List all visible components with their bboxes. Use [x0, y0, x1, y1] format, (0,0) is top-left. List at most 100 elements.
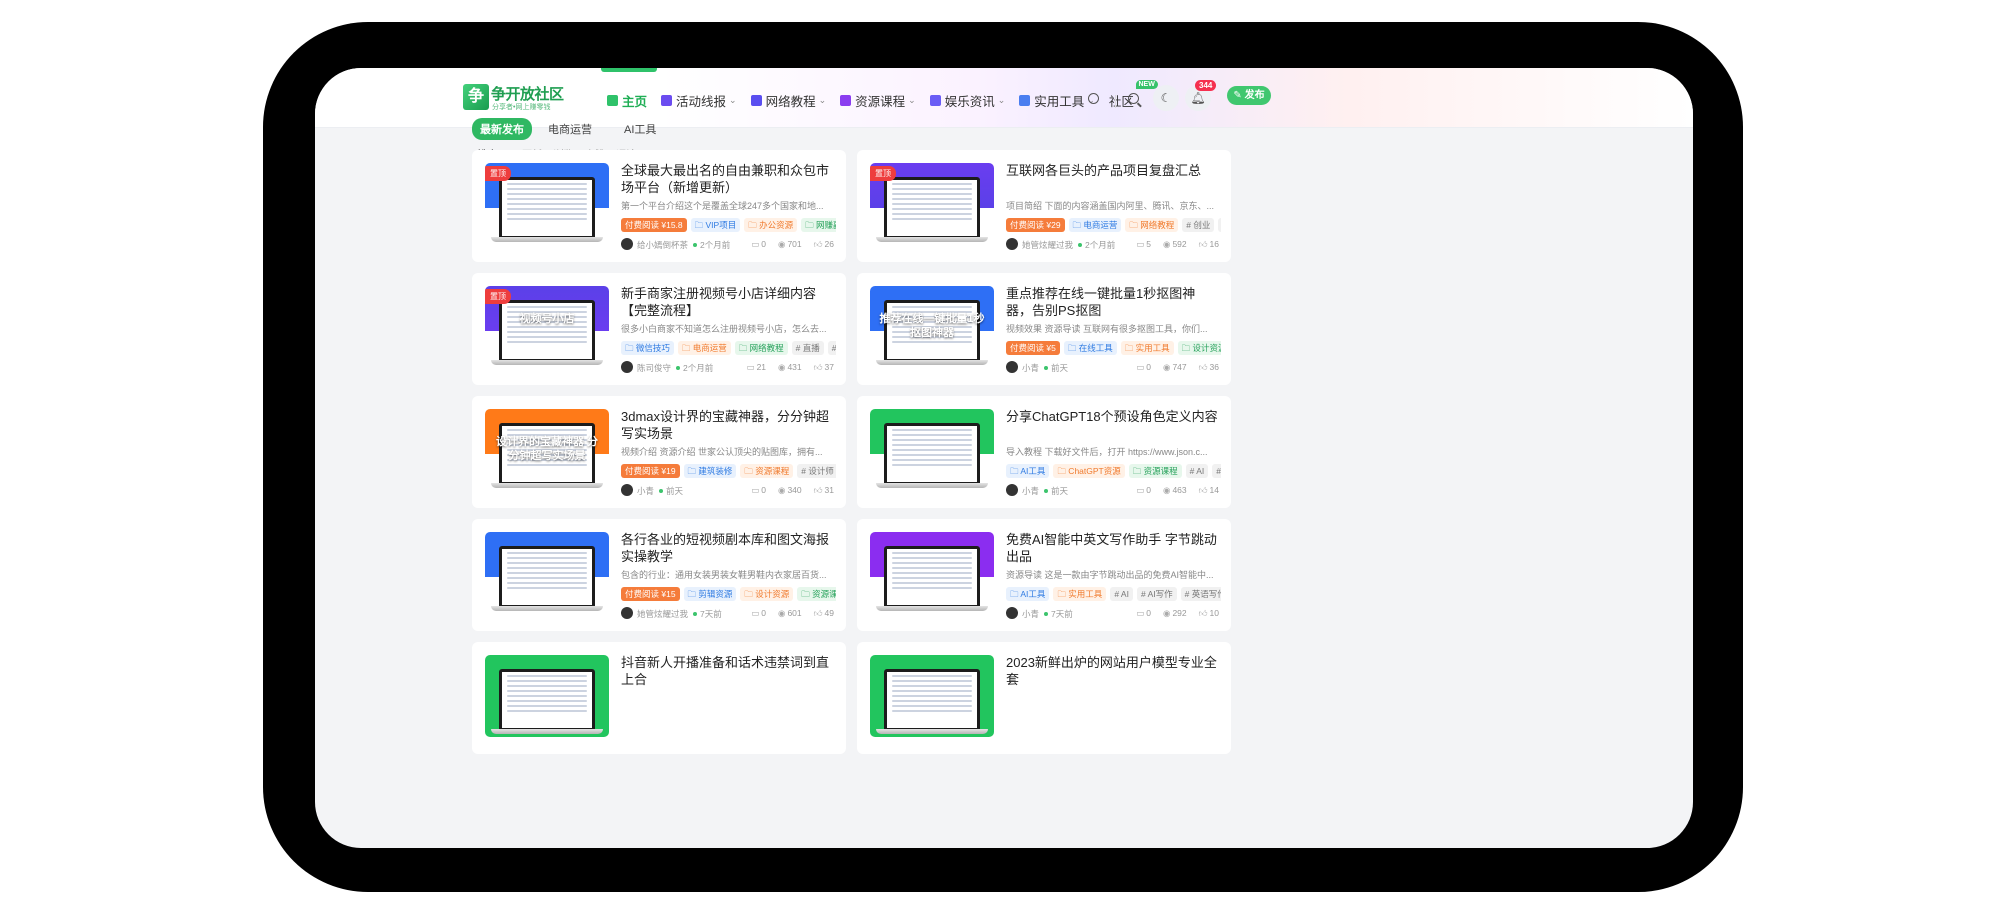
post-tag[interactable]: 付费阅读 ¥15: [621, 587, 680, 601]
post-thumbnail[interactable]: [870, 655, 994, 737]
post-tag[interactable]: # 英语写作: [1180, 587, 1221, 601]
post-thumbnail[interactable]: 推荐在线一键批量1秒抠图神器: [870, 286, 994, 368]
nav-item-5[interactable]: 实用工具 ⌄: [1019, 91, 1095, 110]
nav-item-2[interactable]: 网络教程 ⌄: [750, 91, 826, 110]
nav-item-4[interactable]: 娱乐资讯 ⌄: [929, 91, 1005, 110]
post-title[interactable]: 免费AI智能中英文写作助手 字节跳动出品: [1006, 531, 1221, 565]
post-tag[interactable]: 🗀 在线工具: [1063, 341, 1117, 355]
nav-item-3[interactable]: 资源课程 ⌄: [840, 91, 916, 110]
post-tag[interactable]: 付费阅读 ¥15.8: [621, 218, 687, 232]
post-tag[interactable]: # 设计师: [797, 464, 836, 478]
thumbnail-caption: 视频号小店: [519, 313, 575, 325]
post-stats: ▭ 0 ◉ 463 👍︎ 14: [1124, 485, 1219, 496]
post-card[interactable]: 抖音新人开播准备和话术违禁词到直上合: [472, 642, 846, 754]
post-thumbnail[interactable]: 置顶: [485, 163, 609, 245]
post-tag[interactable]: # ChatGPT: [1212, 464, 1221, 478]
post-card[interactable]: 推荐在线一键批量1秒抠图神器 重点推荐在线一键批量1秒抠图神器，告别PS抠图 视频效…: [857, 273, 1231, 385]
author-name[interactable]: 她管炫耀过我: [637, 609, 688, 619]
post-card[interactable]: 各行各业的短视频剧本库和图文海报实操教学 包含的行业：通用女装男装女鞋男鞋内衣家居…: [472, 519, 846, 631]
avatar[interactable]: [621, 484, 633, 496]
author-name[interactable]: 小青: [1022, 363, 1039, 373]
dark-mode-toggle[interactable]: ☾: [1153, 85, 1179, 111]
nav-item-0[interactable]: 主页: [607, 91, 647, 110]
post-title[interactable]: 2023新鲜出炉的网站用户模型专业全套: [1006, 654, 1221, 688]
site-logo[interactable]: 争 争开放社区 分享者•网上赚零钱: [463, 84, 568, 114]
post-tag[interactable]: 🗀 剪辑资源: [683, 587, 737, 601]
avatar[interactable]: [1006, 238, 1018, 250]
author-name[interactable]: 陈司俊守: [637, 363, 671, 373]
avatar[interactable]: [621, 607, 633, 619]
post-thumbnail[interactable]: 设计界的宝藏神器 分分钟超写实场景: [485, 409, 609, 491]
post-tag[interactable]: 付费阅读 ¥5: [1006, 341, 1060, 355]
post-card[interactable]: 置顶 互联网各巨头的产品项目复盘汇总 项目简绍 下面的内容涵盖国内阿里、腾讯、京东、…: [857, 150, 1231, 262]
post-thumbnail[interactable]: [485, 655, 609, 737]
avatar[interactable]: [621, 238, 633, 250]
tab-2[interactable]: AI工具: [616, 118, 664, 140]
post-tag[interactable]: 🗀 实用工具: [1053, 587, 1107, 601]
tab-1[interactable]: 电商运营: [540, 118, 600, 140]
post-card[interactable]: 设计界的宝藏神器 分分钟超写实场景 3dmax设计界的宝藏神器，分分钟超写实场景视…: [472, 396, 846, 508]
post-title[interactable]: 3dmax设计界的宝藏神器，分分钟超写实场景: [621, 408, 836, 442]
screen-line: [507, 675, 587, 677]
author-name[interactable]: 小青: [1022, 609, 1039, 619]
post-tag[interactable]: 🗀 资源课程: [797, 587, 836, 601]
avatar[interactable]: [1006, 361, 1018, 373]
post-tag[interactable]: # 分享: [1218, 218, 1221, 232]
post-thumbnail[interactable]: [870, 532, 994, 614]
post-tag[interactable]: 🗀 网赚副业: [801, 218, 836, 232]
post-title[interactable]: 新手商家注册视频号小店详细内容【完整流程】: [621, 285, 836, 319]
post-tag[interactable]: 🗀 VIP项目: [690, 218, 741, 232]
post-title[interactable]: 全球最大最出名的自由兼职和众包市场平台（新增更新）: [621, 162, 836, 196]
avatar[interactable]: [1006, 484, 1018, 496]
post-tag[interactable]: 🗀 设计资源: [740, 587, 794, 601]
post-tag[interactable]: 🗀 网络教程: [1125, 218, 1179, 232]
post-thumbnail[interactable]: [485, 532, 609, 614]
author-name[interactable]: 小青: [637, 486, 654, 496]
post-tag[interactable]: # AI写作: [1136, 587, 1177, 601]
post-card[interactable]: 置顶 全球最大最出名的自由兼职和众包市场平台（新增更新） 第一个平台介绍这个是覆盖全…: [472, 150, 846, 262]
post-tag[interactable]: 🗀 AI工具: [1006, 464, 1050, 478]
post-tag[interactable]: # AI: [1110, 587, 1133, 601]
gear-icon: [1019, 94, 1031, 106]
post-card[interactable]: 2023新鲜出炉的网站用户模型专业全套: [857, 642, 1231, 754]
search-button[interactable]: [1125, 92, 1141, 108]
chat-bubble-button[interactable]: [1085, 92, 1101, 108]
avatar[interactable]: [1006, 607, 1018, 619]
post-card[interactable]: 免费AI智能中英文写作助手 字节跳动出品 资源导读 这是一款由字节跳动出品的免费A…: [857, 519, 1231, 631]
post-tag[interactable]: 🗀 实用工具: [1120, 341, 1174, 355]
post-tag[interactable]: 付费阅读 ¥29: [1006, 218, 1065, 232]
post-title[interactable]: 各行各业的短视频剧本库和图文海报实操教学: [621, 531, 836, 565]
avatar[interactable]: [621, 361, 633, 373]
post-tag[interactable]: 🗀 微信技巧: [621, 341, 674, 355]
post-title[interactable]: 分享ChatGPT18个预设角色定义内容: [1006, 408, 1221, 425]
post-tag[interactable]: # 直播: [791, 341, 824, 355]
post-tag[interactable]: 🗀 电商运营: [677, 341, 731, 355]
post-tag[interactable]: # 视频号: [827, 341, 836, 355]
post-thumbnail[interactable]: 置顶: [870, 163, 994, 245]
publish-button[interactable]: ✎ 发布: [1227, 86, 1271, 105]
author-name[interactable]: 她管炫耀过我: [1022, 240, 1073, 250]
post-tag[interactable]: 🗀 电商运营: [1068, 218, 1122, 232]
post-tag[interactable]: 🗀 AI工具: [1006, 587, 1050, 601]
post-card[interactable]: 分享ChatGPT18个预设角色定义内容 导入教程 下载好文件后，打开 https…: [857, 396, 1231, 508]
post-tag[interactable]: 🗀 设计资源: [1177, 341, 1221, 355]
post-tag[interactable]: 🗀 建筑装修: [683, 464, 737, 478]
nav-item-1[interactable]: 活动线报 ⌄: [661, 91, 737, 110]
author-name[interactable]: 小青: [1022, 486, 1039, 496]
tab-0[interactable]: 最新发布: [472, 118, 532, 140]
post-tag[interactable]: 🗀 网络教程: [734, 341, 788, 355]
post-tag[interactable]: 付费阅读 ¥19: [621, 464, 680, 478]
author-name[interactable]: 给小嫣倒杯茶: [637, 240, 688, 250]
post-thumbnail[interactable]: [870, 409, 994, 491]
post-tag[interactable]: # AI: [1185, 464, 1209, 478]
post-tag[interactable]: 🗀 ChatGPT资源: [1053, 464, 1125, 478]
post-tag[interactable]: 🗀 资源课程: [1128, 464, 1182, 478]
post-thumbnail[interactable]: 置顶 视频号小店: [485, 286, 609, 368]
post-card[interactable]: 置顶 视频号小店 新手商家注册视频号小店详细内容【完整流程】 很多小白商家不知道怎么注…: [472, 273, 846, 385]
post-title[interactable]: 重点推荐在线一键批量1秒抠图神器，告别PS抠图: [1006, 285, 1221, 319]
post-tag[interactable]: 🗀 资源课程: [740, 464, 794, 478]
post-title[interactable]: 抖音新人开播准备和话术违禁词到直上合: [621, 654, 836, 688]
post-tag[interactable]: # 创业: [1182, 218, 1215, 232]
post-title[interactable]: 互联网各巨头的产品项目复盘汇总: [1006, 162, 1221, 179]
post-tag[interactable]: 🗀 办公资源: [744, 218, 798, 232]
